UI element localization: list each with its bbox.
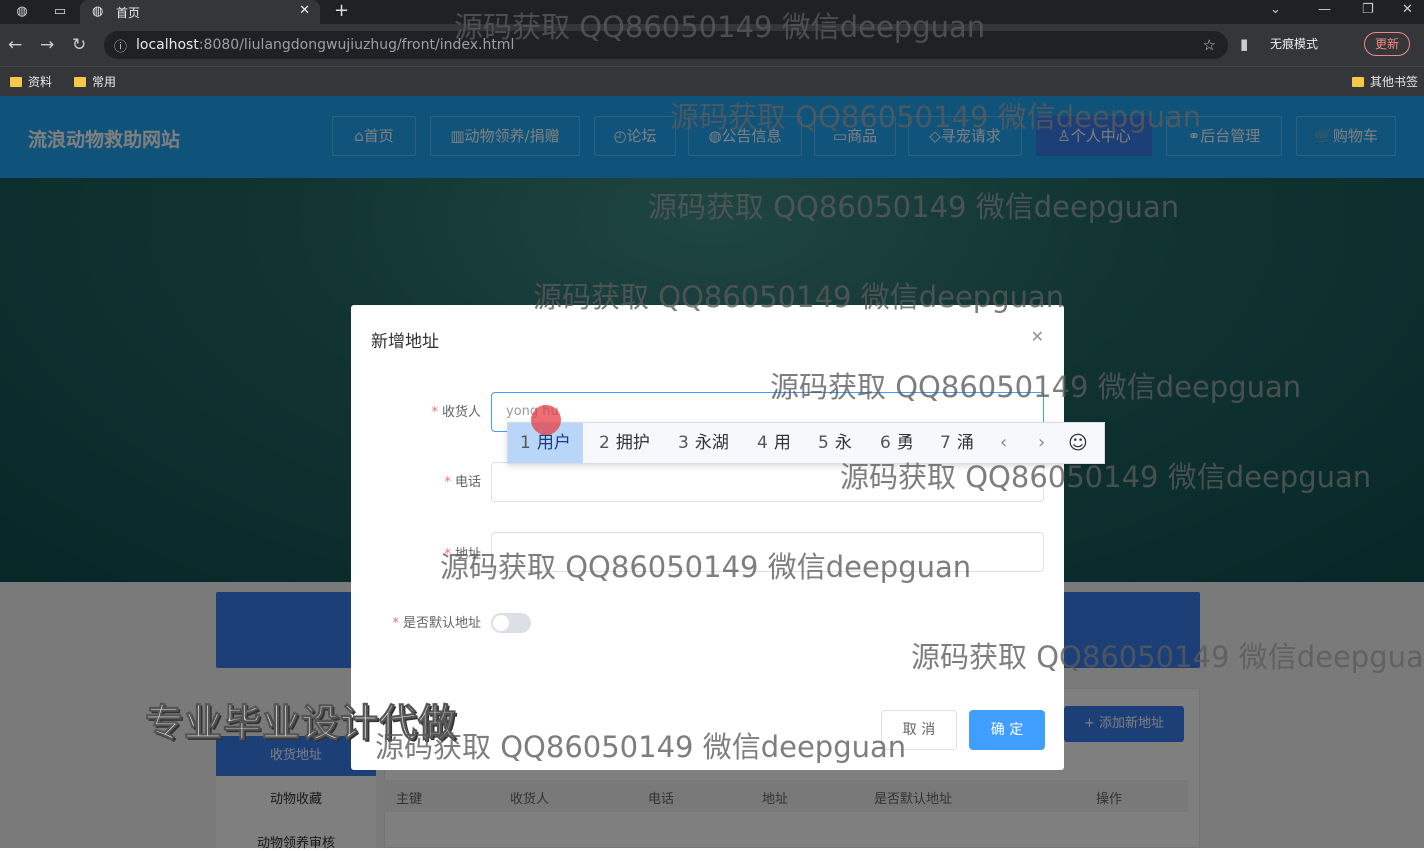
default-address-switch[interactable] — [491, 613, 531, 633]
bookmark-label: 其他书签 — [1370, 75, 1419, 89]
candidate-number: 4 — [757, 433, 768, 453]
browser-tab[interactable]: ◍ 首页 ✕ — [80, 0, 320, 24]
watermark: 源码获取 QQ86050149 微信deepgua — [911, 640, 1424, 674]
candidate-text: 用户 — [536, 433, 571, 453]
new-tab-icon[interactable]: + — [334, 0, 349, 21]
required-mark: * — [392, 616, 399, 631]
candidate-text: 永湖 — [694, 433, 729, 453]
candidate-text: 用 — [773, 433, 791, 453]
url-host: localhost — [136, 37, 199, 53]
candidate-number: 7 — [940, 433, 951, 453]
candidate-number: 6 — [880, 433, 891, 453]
ime-candidate[interactable]: 2 拥护 — [599, 423, 650, 463]
incognito-indicator[interactable]: 无痕模式 — [1270, 35, 1318, 52]
restore-icon[interactable]: ❐ — [1362, 2, 1374, 17]
ime-candidate[interactable]: 3 永湖 — [678, 423, 729, 463]
tab-title: 首页 — [116, 6, 141, 20]
click-indicator — [531, 405, 561, 435]
candidate-number: 1 — [520, 433, 531, 453]
watermark: 源码获取 QQ86050149 微信deepguan — [648, 190, 1180, 224]
confirm-button[interactable]: 确 定 — [969, 710, 1045, 750]
info-icon[interactable]: ⓘ — [114, 36, 127, 55]
other-bookmarks[interactable]: 其他书签 — [1352, 73, 1418, 90]
pinned-tab-icon[interactable]: ▭ — [52, 4, 68, 20]
watermark: 源码获取 QQ86050149 微信deepguan — [454, 10, 986, 44]
bookmark-star-icon[interactable]: ☆ — [1203, 36, 1216, 54]
chevron-down-icon[interactable]: ⌄ — [1270, 2, 1281, 17]
bookmark-folder[interactable]: 常用 — [74, 73, 116, 90]
close-tab-icon[interactable]: ✕ — [299, 3, 310, 18]
candidate-text: 涌 — [956, 433, 974, 453]
folder-icon — [74, 77, 86, 87]
update-button[interactable]: 更新 — [1364, 32, 1410, 56]
receiver-label-text: 收货人 — [441, 405, 481, 420]
dialog-title: 新增地址 — [371, 332, 439, 352]
folder-icon — [1352, 77, 1364, 87]
sidepanel-icon[interactable]: ▮ — [1240, 35, 1248, 53]
candidate-text: 拥护 — [615, 433, 650, 453]
default-label-text: 是否默认地址 — [402, 616, 481, 631]
watermark: 源码获取 QQ86050149 微信deepguan — [440, 550, 972, 584]
phone-label-text: 电话 — [454, 475, 481, 490]
candidate-number: 2 — [599, 433, 610, 453]
switch-knob — [493, 615, 509, 631]
close-window-icon[interactable]: ✕ — [1402, 2, 1413, 17]
bookmarks-bar: 资料 常用 其他书签 — [0, 66, 1424, 96]
phone-label: * 电话 — [351, 471, 481, 490]
back-icon[interactable]: ← — [8, 35, 22, 55]
candidate-number: 5 — [818, 433, 829, 453]
bookmark-label: 资料 — [28, 75, 53, 89]
forward-icon[interactable]: → — [40, 35, 54, 55]
watermark: 源码获取 QQ86050149 微信deepguan — [533, 280, 1065, 314]
candidate-text: 永 — [834, 433, 852, 453]
watermark: 源码获取 QQ86050149 微信deepguan — [670, 100, 1202, 134]
folder-icon — [10, 77, 22, 87]
minimize-icon[interactable]: — — [1318, 2, 1331, 17]
required-mark: * — [431, 405, 438, 420]
globe-icon: ◍ — [92, 4, 104, 19]
bookmark-label: 常用 — [92, 75, 117, 89]
candidate-text: 勇 — [896, 433, 914, 453]
required-mark: * — [444, 475, 451, 490]
bookmark-folder[interactable]: 资料 — [10, 73, 52, 90]
close-icon[interactable]: ✕ — [1031, 327, 1044, 346]
candidate-number: 3 — [678, 433, 689, 453]
receiver-label: * 收货人 — [351, 401, 481, 420]
watermark: 源码获取 QQ86050149 微信deepguan — [840, 460, 1372, 494]
watermark: 源码获取 QQ86050149 微信deepguan — [375, 730, 907, 764]
pinned-tab-icon[interactable]: ◍ — [14, 4, 30, 20]
watermark: 源码获取 QQ86050149 微信deepguan — [770, 370, 1302, 404]
reload-icon[interactable]: ↻ — [72, 35, 86, 55]
ime-candidate[interactable]: 4用 — [757, 423, 791, 463]
default-label: * 是否默认地址 — [351, 612, 481, 631]
